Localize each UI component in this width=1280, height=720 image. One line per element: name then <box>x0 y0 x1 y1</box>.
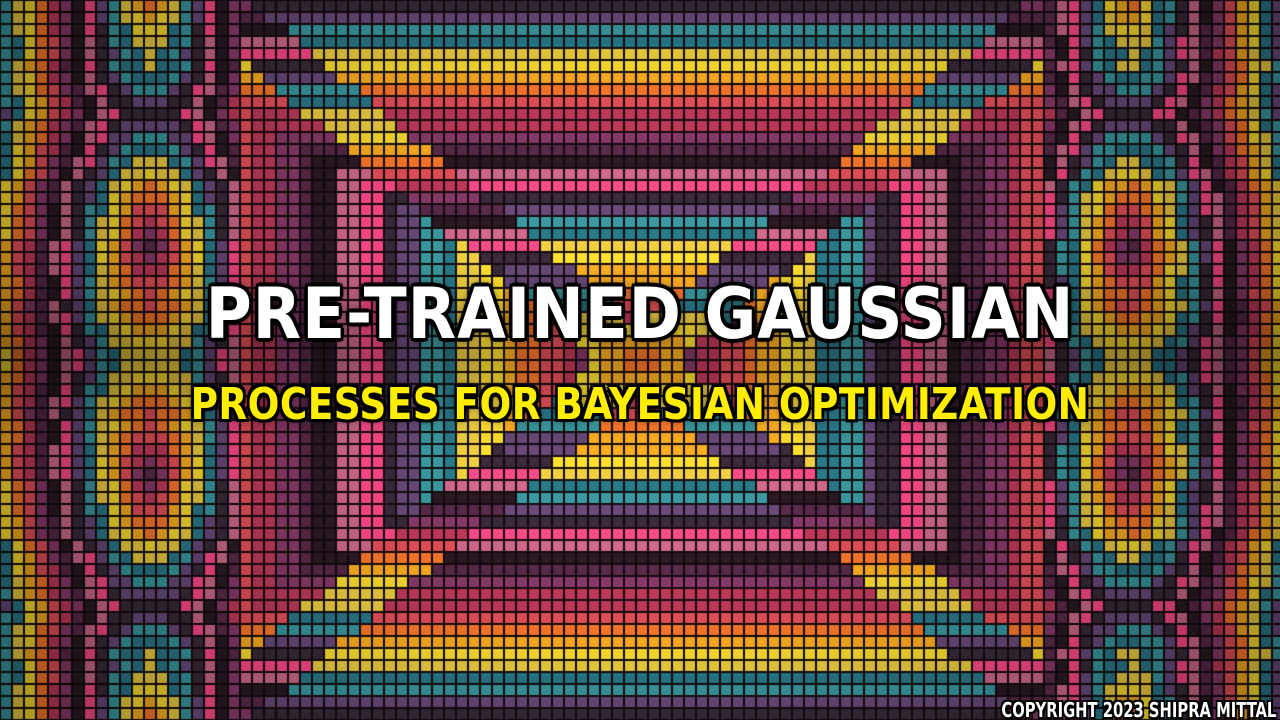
thumbnail-title: PRE-TRAINED GAUSSIAN <box>205 273 1075 355</box>
mosaic-background <box>0 0 1280 720</box>
thumbnail: PRE-TRAINED GAUSSIAN PROCESSES FOR BAYES… <box>0 0 1280 720</box>
thumbnail-subtitle: PROCESSES FOR BAYESIAN OPTIMIZATION <box>190 379 1090 430</box>
copyright-notice: COPYRIGHT 2023 SHIPRA MITTAL <box>1001 698 1276 720</box>
